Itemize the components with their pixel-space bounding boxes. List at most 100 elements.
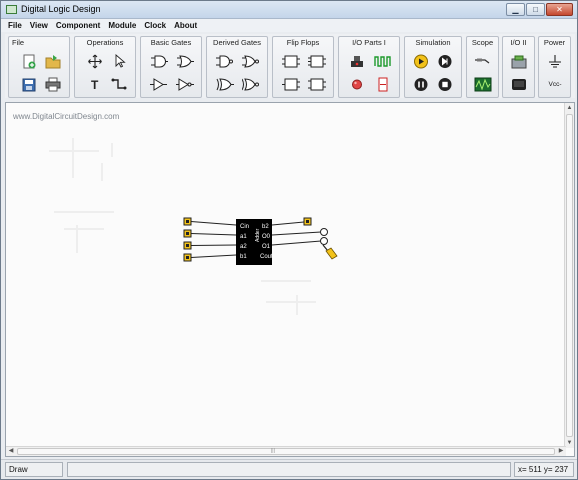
watermark: www.DigitalCircuitDesign.com bbox=[13, 112, 120, 121]
or-gate-button[interactable] bbox=[175, 53, 195, 70]
horizontal-scroll-thumb[interactable] bbox=[17, 448, 555, 455]
output-led[interactable] bbox=[320, 228, 328, 236]
scope-tool[interactable] bbox=[473, 76, 493, 93]
ghost-guide bbox=[261, 280, 311, 282]
push-button-tool[interactable] bbox=[347, 53, 367, 70]
new-document-icon bbox=[23, 54, 36, 69]
title-bar: Digital Logic Design ▁ □ ✕ bbox=[1, 1, 577, 19]
ghost-guide bbox=[54, 211, 114, 213]
probe-tool[interactable] bbox=[473, 53, 493, 70]
circuit-diagram: Cin a1 a2 b1 b2 O0 O1 Cout Adder bbox=[183, 217, 338, 265]
open-folder-button[interactable] bbox=[43, 53, 63, 70]
ghost-guide bbox=[101, 163, 103, 181]
close-button[interactable]: ✕ bbox=[546, 3, 573, 16]
horizontal-scrollbar[interactable]: ◀ ||| ▶ bbox=[6, 446, 566, 456]
scope-wave-icon bbox=[474, 77, 492, 92]
play-icon bbox=[414, 54, 428, 69]
d-flip-flop-button[interactable] bbox=[281, 53, 301, 70]
toolbar-group-basic-gates: Basic Gates bbox=[140, 36, 202, 98]
output-wires[interactable] bbox=[271, 221, 322, 246]
input-switch[interactable] bbox=[183, 217, 192, 226]
or-gate-icon bbox=[177, 55, 194, 68]
save-disk-icon bbox=[22, 78, 36, 92]
push-button-icon bbox=[351, 56, 363, 67]
input-switch[interactable] bbox=[183, 241, 192, 250]
vertical-scrollbar[interactable]: ▲ ▼ bbox=[564, 103, 574, 448]
print-button[interactable] bbox=[43, 76, 63, 93]
pause-simulation-button[interactable] bbox=[411, 76, 431, 93]
output-led[interactable] bbox=[320, 237, 328, 245]
scroll-grip-icon: ||| bbox=[271, 448, 275, 454]
output-switch[interactable] bbox=[303, 217, 312, 226]
vcc-tool[interactable]: Vcc- bbox=[543, 76, 567, 93]
and-gate-button[interactable] bbox=[149, 53, 169, 70]
ground-tool[interactable] bbox=[545, 53, 565, 70]
toolbar-group-simulation: Simulation bbox=[404, 36, 462, 98]
buffer-gate-button[interactable] bbox=[149, 76, 169, 93]
sr-flip-flop-button[interactable] bbox=[307, 76, 327, 93]
group-title: I/O Parts I bbox=[352, 38, 386, 47]
probe-icon bbox=[475, 58, 490, 64]
led-tool[interactable] bbox=[347, 76, 367, 93]
wire-tool-button[interactable] bbox=[109, 76, 129, 93]
minimize-button[interactable]: ▁ bbox=[506, 3, 525, 16]
group-title: Flip Flops bbox=[286, 38, 320, 47]
play-simulation-button[interactable] bbox=[411, 53, 431, 70]
nor-gate-button[interactable] bbox=[241, 53, 261, 70]
move-tool-button[interactable] bbox=[85, 53, 105, 70]
app-window: Digital Logic Design ▁ □ ✕ File View Com… bbox=[0, 0, 578, 480]
step-simulation-button[interactable] bbox=[435, 53, 455, 70]
ghost-guide bbox=[64, 228, 104, 230]
xnor-gate-button[interactable] bbox=[241, 76, 261, 93]
menu-file[interactable]: File bbox=[8, 21, 22, 30]
ghost-guide bbox=[111, 143, 113, 157]
scroll-down-icon[interactable]: ▼ bbox=[565, 438, 574, 448]
drawing-canvas[interactable]: www.DigitalCircuitDesign.com Cin a1 a2 b… bbox=[5, 102, 575, 457]
maximize-button[interactable]: □ bbox=[526, 3, 545, 16]
ghost-guide bbox=[49, 150, 99, 152]
pause-icon bbox=[414, 78, 428, 91]
save-button[interactable] bbox=[19, 76, 39, 93]
chip-pin-label: b1 bbox=[240, 254, 247, 260]
clock-wave-tool[interactable] bbox=[373, 53, 393, 70]
scroll-up-icon[interactable]: ▲ bbox=[565, 103, 574, 113]
display-tool[interactable] bbox=[509, 76, 529, 93]
and-gate-icon bbox=[151, 55, 168, 68]
menu-about[interactable]: About bbox=[174, 21, 197, 30]
new-document-button[interactable] bbox=[19, 53, 39, 70]
input-switch[interactable] bbox=[183, 229, 192, 238]
status-bar: Draw x= 511 y= 237 bbox=[1, 459, 577, 479]
seven-segment-icon bbox=[378, 77, 388, 92]
device-tool[interactable] bbox=[509, 53, 529, 70]
input-wires[interactable] bbox=[190, 221, 237, 258]
vertical-scroll-thumb[interactable] bbox=[566, 114, 573, 437]
xor-gate-button[interactable] bbox=[215, 76, 235, 93]
chip-pin-label: Cin bbox=[240, 224, 249, 230]
group-title: Operations bbox=[86, 38, 124, 47]
select-tool-button[interactable] bbox=[109, 53, 129, 70]
menu-module[interactable]: Module bbox=[108, 21, 136, 30]
seven-segment-tool[interactable] bbox=[373, 76, 393, 93]
not-gate-button[interactable] bbox=[175, 76, 195, 93]
display-icon bbox=[512, 79, 526, 90]
stop-simulation-button[interactable] bbox=[435, 76, 455, 93]
menu-bar: File View Component Module Clock About bbox=[1, 19, 577, 32]
scroll-left-icon[interactable]: ◀ bbox=[6, 447, 16, 456]
text-icon: T bbox=[91, 78, 99, 92]
nand-gate-button[interactable] bbox=[215, 53, 235, 70]
jk-flip-flop-button[interactable] bbox=[307, 53, 327, 70]
text-tool-button[interactable]: T bbox=[85, 76, 105, 93]
menu-component[interactable]: Component bbox=[56, 21, 100, 30]
window-title: Digital Logic Design bbox=[21, 4, 101, 14]
ground-icon bbox=[549, 55, 561, 68]
menu-view[interactable]: View bbox=[30, 21, 48, 30]
toolbar-group-io-parts-1: I/O Parts I bbox=[338, 36, 400, 98]
menu-clock[interactable]: Clock bbox=[144, 21, 166, 30]
scroll-right-icon[interactable]: ▶ bbox=[556, 447, 566, 456]
ghost-guide bbox=[296, 295, 298, 315]
xnor-gate-icon bbox=[242, 78, 259, 91]
toolbar-group-power: Power Vcc- bbox=[538, 36, 571, 98]
status-coordinates: x= 511 y= 237 bbox=[514, 462, 574, 477]
t-flip-flop-button[interactable] bbox=[281, 76, 301, 93]
input-switch[interactable] bbox=[183, 253, 192, 262]
